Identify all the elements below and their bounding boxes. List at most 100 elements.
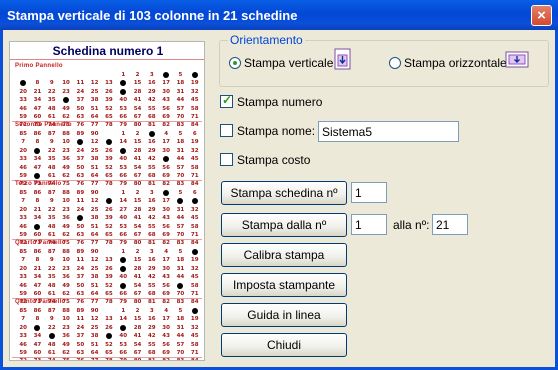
grid-number: 25	[90, 324, 99, 331]
close-button[interactable]: Chiudi	[221, 333, 347, 357]
grid-number: 35	[47, 97, 56, 104]
print-name-label[interactable]: Stampa nome:	[237, 124, 315, 138]
grid-number: 55	[147, 282, 156, 289]
horizontal-radio-label[interactable]: Stampa orizzontale	[404, 56, 507, 70]
grid-number: 16	[147, 257, 156, 264]
print-card-button[interactable]: Stampa schedina nº	[221, 181, 347, 205]
grid-number: 41	[133, 215, 142, 222]
name-field[interactable]: Sistema5	[318, 121, 459, 142]
grid-number: 53	[119, 223, 128, 230]
grid-number: 1	[121, 308, 126, 314]
grid-number: 7	[21, 139, 26, 146]
grid-number: 35	[47, 274, 56, 281]
marked-number-dot	[16, 79, 30, 87]
print-cost-label[interactable]: Stampa costo	[237, 153, 310, 167]
grid-number: 57	[176, 105, 185, 112]
grid-number: 63	[76, 172, 85, 179]
check-icon: ✓	[222, 93, 233, 107]
window-title: Stampa verticale di 103 colonne in 21 sc…	[7, 8, 298, 23]
grid-number: 40	[119, 156, 128, 163]
grid-number: 71	[190, 231, 199, 238]
grid-number: 1	[121, 131, 126, 137]
grid-number: 45	[190, 97, 199, 104]
grid-number: 70	[176, 349, 185, 356]
grid-number: 38	[90, 274, 99, 281]
grid-number: 59	[19, 349, 27, 356]
grid-number: 63	[76, 349, 85, 356]
grid-number: 51	[90, 105, 99, 112]
grid-number: 18	[176, 257, 185, 264]
grid-number: 26	[105, 324, 113, 331]
grid-number: 70	[176, 290, 185, 297]
card-number-field[interactable]: 1	[351, 182, 387, 203]
grid-number: 81	[145, 357, 159, 360]
grid-number: 54	[133, 223, 142, 230]
ticket-panel: Secondo Pannello 1 2 4 5 6 7 8 9 10 12 14 15 16 17 18 19…	[12, 122, 202, 196]
grid-number: 50	[76, 105, 85, 112]
grid-number: 32	[190, 265, 199, 272]
portrait-page-icon	[334, 48, 351, 70]
print-number-checkbox[interactable]: ✓	[220, 93, 233, 108]
grid-number: 11	[76, 257, 85, 264]
from-number-field[interactable]: 1	[351, 214, 387, 235]
grid-number: 28	[133, 88, 142, 95]
grid-number: 18	[176, 80, 185, 87]
grid-number: 67	[133, 172, 142, 179]
grid-number: 6	[192, 131, 197, 137]
grid-number: 67	[133, 113, 142, 120]
marked-number-dot	[45, 332, 59, 340]
marked-number-dot	[188, 71, 202, 79]
preview-divider	[10, 59, 204, 60]
orientation-legend: Orientamento	[228, 33, 305, 47]
print-cost-checkbox[interactable]	[220, 153, 233, 166]
grid-number: 45	[190, 274, 199, 281]
grid-number: 31	[176, 206, 185, 213]
vertical-radio-label[interactable]: Stampa verticale	[244, 56, 333, 70]
grid-number: 54	[133, 282, 142, 289]
grid-number: 30	[162, 88, 170, 95]
vertical-radio[interactable]	[229, 57, 241, 69]
grid-number: 57	[176, 341, 185, 348]
grid-number: 43	[162, 215, 170, 222]
grid-number: 59	[19, 290, 27, 297]
panel-name: Primo Pannello	[15, 63, 63, 69]
printer-setup-button[interactable]: Imposta stampante	[221, 273, 347, 297]
grid-number: 68	[147, 290, 156, 297]
marked-number-dot	[173, 282, 187, 290]
grid-number: 9	[49, 198, 54, 205]
grid-number: 16	[147, 80, 156, 87]
marked-number-dot	[102, 138, 116, 146]
to-number-field[interactable]: 21	[432, 214, 468, 235]
grid-number: 4	[164, 308, 169, 314]
marked-number-dot	[73, 138, 87, 146]
grid-number: 66	[119, 113, 128, 120]
grid-number: 10	[62, 198, 70, 205]
grid-number: 45	[190, 215, 199, 222]
grid-number: 55	[147, 105, 156, 112]
grid-number: 38	[90, 333, 99, 340]
print-name-checkbox[interactable]	[220, 124, 233, 137]
grid-number: 64	[90, 172, 99, 179]
grid-number: 66	[119, 231, 128, 238]
grid-number: 68	[147, 172, 156, 179]
grid-number: 13	[105, 257, 113, 264]
grid-number: 48	[47, 282, 56, 289]
grid-number: 18	[176, 316, 185, 323]
grid-number: 51	[90, 341, 99, 348]
help-button[interactable]: Guida in linea	[221, 303, 347, 327]
calibrate-print-button[interactable]: Calibra stampa	[221, 243, 347, 267]
grid-number: 49	[62, 282, 70, 289]
grid-number: 46	[19, 282, 27, 289]
grid-number: 48	[47, 223, 56, 230]
close-window-button[interactable]: ×	[531, 5, 552, 26]
grid-number: 63	[76, 290, 85, 297]
grid-number: 82	[159, 357, 173, 360]
print-number-label[interactable]: Stampa numero	[237, 95, 322, 109]
grid-number: 61	[47, 113, 56, 120]
horizontal-radio[interactable]	[389, 57, 401, 69]
print-from-button[interactable]: Stampa dalla nº	[221, 213, 347, 237]
grid-number: 38	[90, 215, 99, 222]
preview-title: Schedina numero 1	[52, 44, 164, 58]
grid-number: 12	[90, 80, 99, 87]
grid-number: 42	[147, 274, 156, 281]
